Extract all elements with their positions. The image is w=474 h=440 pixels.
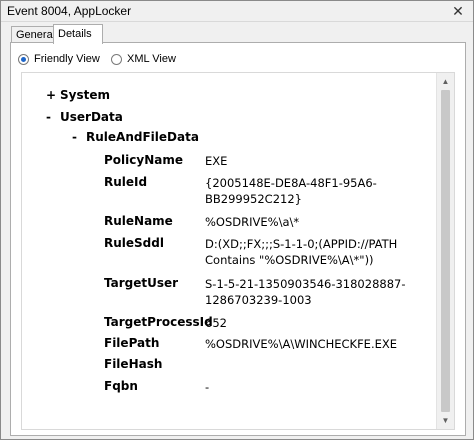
event-properties-window: Event 8004, AppLocker ✕ General Details …	[0, 0, 474, 440]
field-value-targetprocessid: 652	[205, 316, 227, 330]
tree-node-label: UserData	[60, 110, 123, 124]
friendly-view-radio[interactable]: Friendly View	[18, 51, 100, 67]
field-value-rulesddl-line1: D:(XD;;FX;;;S-1-1-0;(APPID://PATH	[205, 237, 398, 251]
field-value-policyname: EXE	[205, 154, 228, 168]
field-value-rulesddl-line2: Contains "%OSDRIVE%\A\*"))	[205, 253, 374, 267]
friendly-view-label: Friendly View	[34, 53, 100, 65]
field-name-filehash: FileHash	[104, 357, 163, 371]
field-name-targetuser: TargetUser	[104, 276, 179, 290]
field-value-targetuser-line2: 1286703239-1003	[205, 293, 312, 307]
tree-node-userdata[interactable]: - UserData	[46, 110, 123, 124]
event-data-view[interactable]: + System - UserData - RuleAndFileData Polic…	[21, 72, 455, 430]
xml-view-radio[interactable]: XML View	[111, 51, 176, 67]
field-name-rulename: RuleName	[104, 214, 173, 228]
expand-icon[interactable]: +	[46, 88, 60, 102]
arrow-down-icon[interactable]: ▼	[437, 412, 454, 429]
field-value-ruleid-line2: BB299952C212}	[205, 192, 302, 206]
field-value-fqbn: -	[205, 380, 210, 394]
close-icon[interactable]: ✕	[449, 2, 467, 20]
field-value-filepath: %OSDRIVE%\A\WINCHECKFE.EXE	[205, 337, 398, 351]
xml-view-label: XML View	[127, 53, 176, 65]
field-value-rulename: %OSDRIVE%\a\*	[205, 215, 300, 229]
field-name-filepath: FilePath	[104, 336, 160, 350]
field-name-targetprocessid: TargetProcessId	[104, 315, 213, 329]
field-name-fqbn: Fqbn	[104, 379, 138, 393]
collapse-icon[interactable]: -	[46, 110, 60, 124]
tree-node-ruleandfiledata[interactable]: - RuleAndFileData	[72, 130, 199, 144]
tree-node-label: RuleAndFileData	[86, 130, 199, 144]
collapse-icon[interactable]: -	[72, 130, 86, 144]
radio-selected-icon[interactable]	[18, 53, 29, 65]
field-name-rulesddl: RuleSddl	[104, 236, 164, 250]
arrow-up-icon[interactable]: ▲	[437, 73, 454, 90]
vertical-scrollbar[interactable]: ▲ ▼	[436, 73, 454, 429]
details-panel: Friendly View XML View + System - UserData…	[10, 42, 466, 436]
field-name-policyname: PolicyName	[104, 153, 183, 167]
radio-unselected-icon[interactable]	[111, 53, 122, 65]
field-name-ruleid: RuleId	[104, 175, 148, 189]
tree-node-label: System	[60, 88, 110, 102]
field-value-ruleid-line1: {2005148E-DE8A-48F1-95A6-	[205, 176, 377, 190]
title-bar: Event 8004, AppLocker ✕	[1, 1, 473, 22]
tree-node-system[interactable]: + System	[46, 88, 110, 102]
window-title: Event 8004, AppLocker	[7, 4, 132, 18]
event-data-content: + System - UserData - RuleAndFileData Polic…	[22, 73, 428, 429]
tab-details[interactable]: Details	[53, 24, 103, 44]
field-value-targetuser-line1: S-1-5-21-1350903546-318028887-	[205, 277, 406, 291]
scrollbar-thumb[interactable]	[441, 90, 450, 412]
